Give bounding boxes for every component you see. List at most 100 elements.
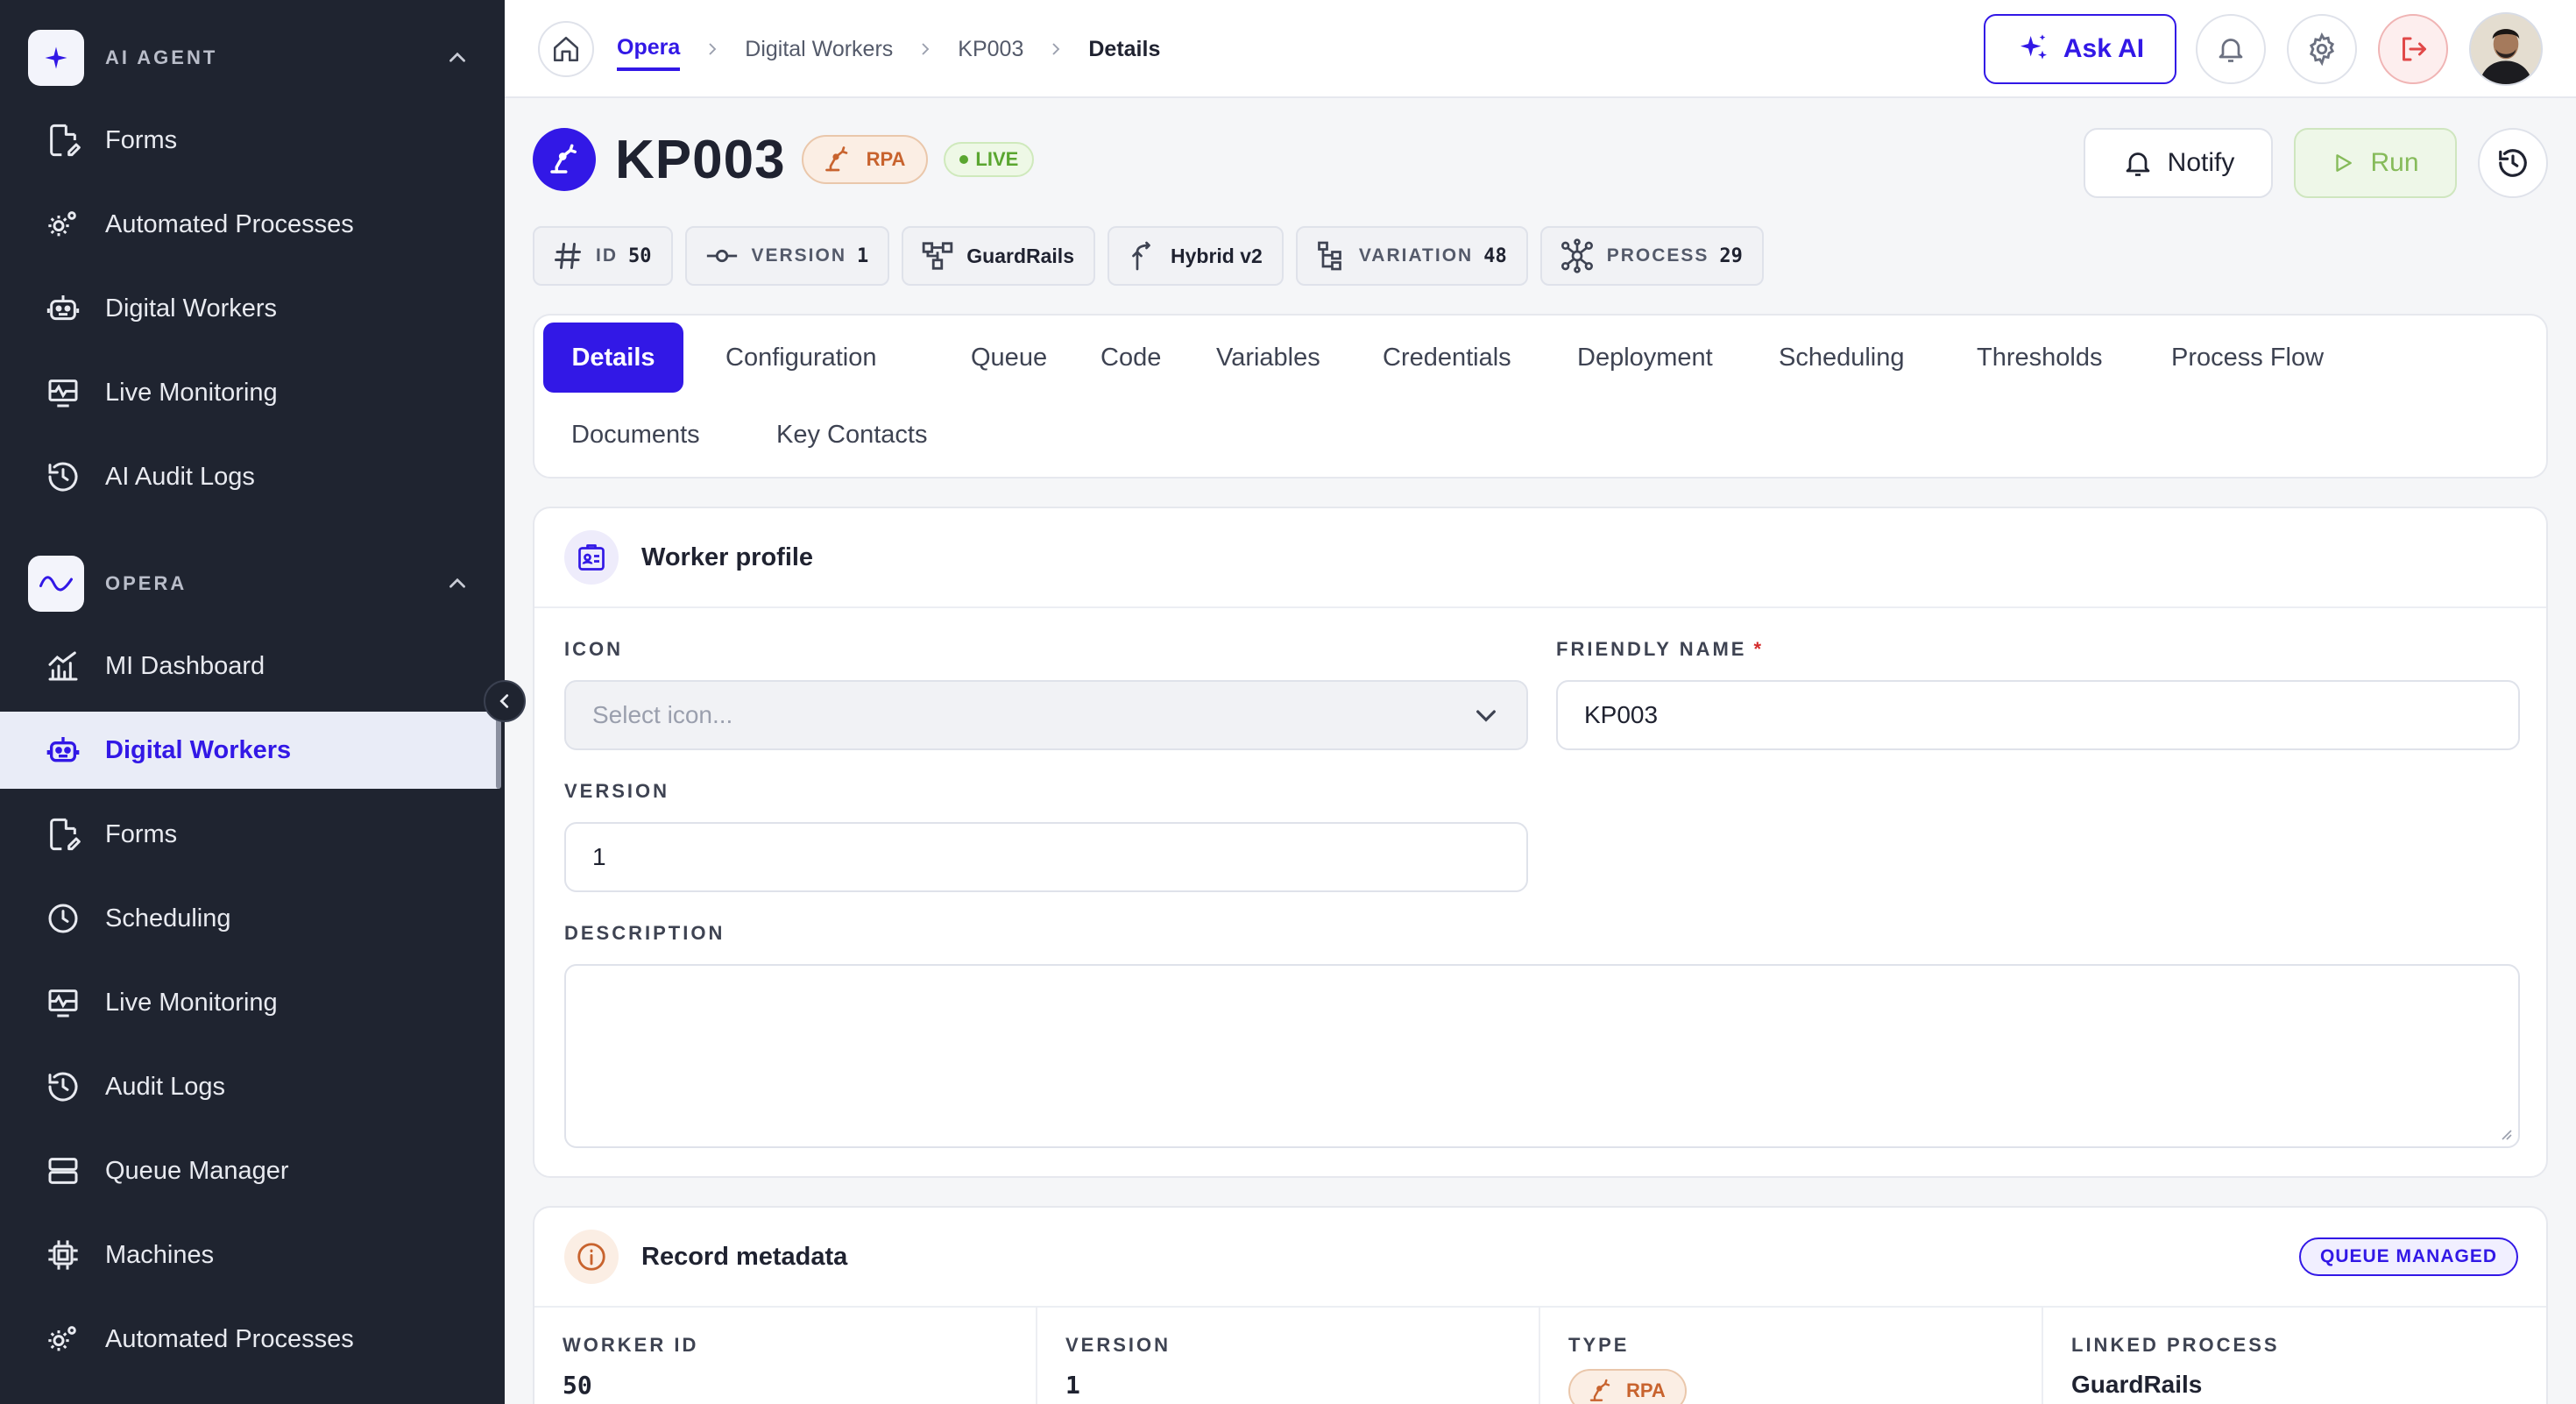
chevron-up-icon[interactable] [440, 40, 475, 75]
sidebar-item-audit-logs[interactable]: Audit Logs [0, 1048, 499, 1125]
sidebar-item-mi-dashboard[interactable]: MI Dashboard [0, 628, 499, 705]
sidebar-item-label: Forms [105, 819, 178, 848]
settings-button[interactable] [2287, 14, 2357, 84]
branch-split-icon [1127, 240, 1158, 272]
form-icon [42, 119, 84, 161]
icon-select[interactable]: Select icon... [564, 680, 1528, 750]
run-button[interactable]: Run [2294, 128, 2457, 198]
tab-deployment[interactable]: Deployment [1549, 323, 1741, 393]
sidebar-item-digital-workers[interactable]: Digital Workers [0, 270, 499, 347]
meta-value: 50 [563, 1371, 592, 1400]
logout-button[interactable] [2378, 14, 2448, 84]
chip-key: PROCESS [1606, 245, 1709, 266]
queue-managed-badge: QUEUE MANAGED [2298, 1237, 2518, 1276]
sidebar-item-label: Audit Logs [105, 1072, 226, 1101]
monitor-icon [42, 372, 84, 414]
top-bar: Opera Digital Workers KP003 Details Ask … [505, 0, 2576, 98]
sidebar-item-scheduling[interactable]: Scheduling [0, 880, 499, 957]
history-icon [2499, 149, 2527, 177]
tab-key-contacts[interactable]: Key Contacts [748, 400, 955, 470]
ask-ai-label: Ask AI [2063, 34, 2145, 63]
sidebar-item-label: Digital Workers [105, 294, 278, 323]
history-button[interactable] [2478, 128, 2548, 198]
sidebar-collapse-button[interactable] [484, 680, 526, 722]
chip-value: 48 [1483, 245, 1507, 267]
chip-id: ID 50 [533, 226, 673, 286]
tree-icon [1315, 240, 1347, 272]
card-title: Record metadata [641, 1242, 848, 1271]
ask-ai-button[interactable]: Ask AI [1984, 14, 2176, 84]
tab-queue[interactable]: Queue [943, 323, 1075, 393]
commit-icon [704, 240, 740, 272]
meta-value[interactable]: GuardRails [2071, 1371, 2202, 1399]
sidebar-item-queue-manager[interactable]: Queue Manager [0, 1132, 499, 1209]
sidebar-section-ai-agent[interactable]: AI AGENT [28, 30, 475, 86]
home-button[interactable] [538, 21, 594, 77]
chevron-up-icon[interactable] [440, 566, 475, 601]
sidebar-item-label: AI Audit Logs [105, 462, 255, 491]
description-field[interactable] [564, 964, 2520, 1148]
sidebar-item-machines[interactable]: Machines [0, 1216, 499, 1294]
avatar[interactable] [2469, 12, 2543, 86]
sparkle-icon [2016, 32, 2051, 67]
chip-variation: VARIATION 48 [1295, 226, 1528, 286]
tab-configuration[interactable]: Configuration [697, 323, 905, 393]
friendly-name-field[interactable]: KP003 [1556, 680, 2520, 750]
tab-credentials[interactable]: Credentials [1355, 323, 1539, 393]
sidebar-item-forms[interactable]: Forms [0, 796, 499, 873]
tab-process-flow[interactable]: Process Flow [2143, 323, 2352, 393]
meta-label: TYPE [1568, 1334, 1630, 1356]
chevron-right-icon [1023, 41, 1088, 57]
meta-label: WORKER ID [563, 1334, 699, 1356]
sidebar-item-label: Digital Workers [105, 735, 292, 764]
breadcrumb-item-digital-workers[interactable]: Digital Workers [745, 37, 893, 62]
sidebar-item-ai-audit-logs[interactable]: AI Audit Logs [0, 438, 499, 515]
bell-icon [2219, 39, 2243, 62]
meta-linked-process: LINKED PROCESS GuardRails [2043, 1308, 2546, 1404]
icon-label: ICON [564, 638, 623, 660]
user-avatar-icon [2471, 14, 2541, 84]
run-label: Run [2370, 148, 2419, 177]
version-field[interactable]: 1 [564, 822, 1528, 892]
tab-code[interactable]: Code [1072, 323, 1189, 393]
breadcrumb-item-opera[interactable]: Opera [617, 35, 681, 71]
chip-key: VARIATION [1358, 245, 1474, 266]
sidebar-item-label: Scheduling [105, 904, 231, 932]
sidebar-section-opera[interactable]: OPERA [28, 556, 475, 612]
card-title: Worker profile [641, 542, 814, 571]
hash-icon [552, 240, 584, 272]
sidebar-section-label: OPERA [105, 572, 188, 594]
id-badge-icon [564, 530, 619, 585]
chip-text: Hybrid v2 [1171, 244, 1263, 267]
notifications-button[interactable] [2196, 14, 2266, 84]
required-marker: * [1753, 638, 1765, 660]
tab-variables[interactable]: Variables [1188, 323, 1348, 393]
tab-details[interactable]: Details [543, 323, 683, 393]
breadcrumb-item-details: Details [1088, 36, 1161, 61]
sidebar-item-digital-workers-active[interactable]: Digital Workers [0, 712, 499, 789]
bell-icon [2122, 147, 2154, 179]
breadcrumb-item-kp003[interactable]: KP003 [958, 37, 1023, 62]
worker-profile-card: Worker profile ICON Select icon... FRIEN… [533, 507, 2548, 1178]
sidebar-item-label: Queue Manager [105, 1156, 289, 1185]
chip-value: 1 [857, 245, 869, 267]
sidebar-item-live-monitoring[interactable]: Live Monitoring [0, 964, 499, 1041]
friendly-name-label: FRIENDLY NAME * [1556, 638, 1764, 661]
logout-icon [2403, 37, 2426, 61]
sidebar-item-automated-processes[interactable]: Automated Processes [0, 1301, 499, 1378]
tab-thresholds[interactable]: Thresholds [1949, 323, 2130, 393]
description-label: DESCRIPTION [564, 922, 725, 944]
queue-icon [42, 1150, 84, 1192]
tab-scheduling[interactable]: Scheduling [1751, 323, 1933, 393]
chip-key: ID [596, 245, 618, 266]
sidebar-item-forms[interactable]: Forms [0, 102, 499, 179]
chip-value: 50 [628, 245, 652, 267]
robot-icon [42, 729, 84, 771]
tab-documents[interactable]: Documents [543, 400, 728, 470]
home-icon [553, 36, 579, 62]
chip-icon [42, 1234, 84, 1276]
sidebar-item-automated-processes[interactable]: Automated Processes [0, 186, 499, 263]
notify-button[interactable]: Notify [2084, 128, 2273, 198]
robot-icon [42, 287, 84, 330]
sidebar-item-live-monitoring[interactable]: Live Monitoring [0, 354, 499, 431]
